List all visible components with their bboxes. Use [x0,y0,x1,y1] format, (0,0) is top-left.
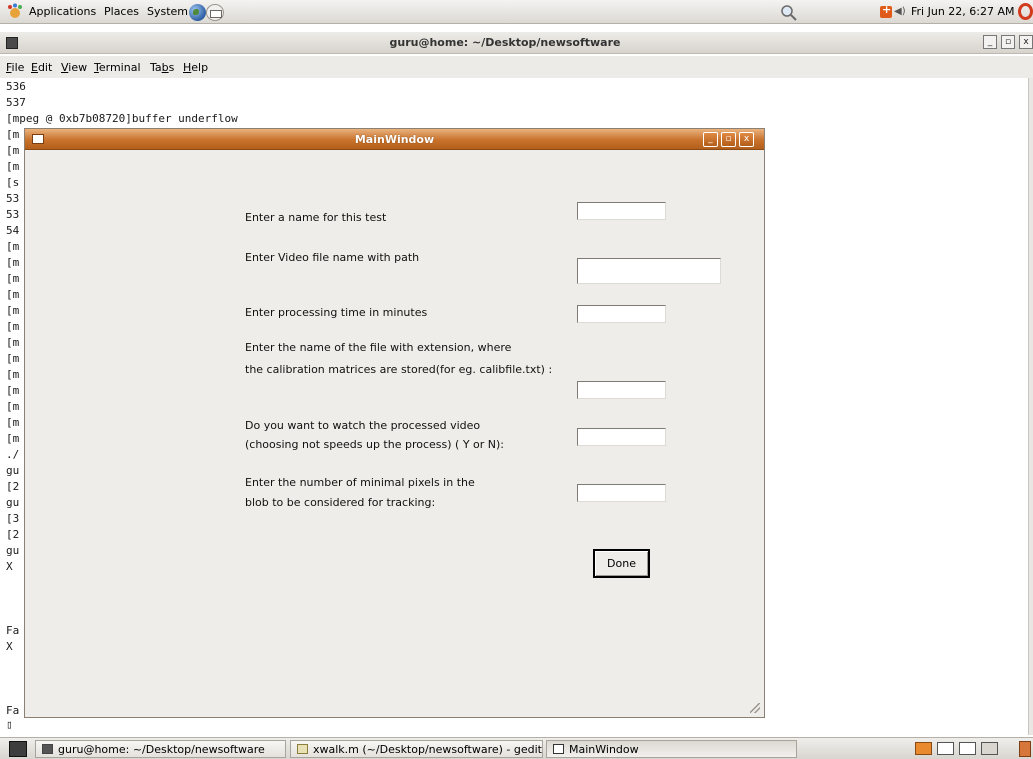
mw-maximize-button[interactable]: ▫ [721,132,736,147]
terminal-line: [m [6,416,20,429]
terminal-line: Fa [6,704,20,717]
menu-help[interactable]: Help [183,61,208,74]
taskbar-item-terminal[interactable]: guru@home: ~/Desktop/newsoftware [35,740,286,758]
terminal-line: [m [6,288,20,301]
min-pixels-input[interactable] [577,484,666,502]
terminal-cursor: ▯ [6,718,13,731]
terminal-line: [mpeg @ 0xb7b08720]buffer underflow [6,112,238,125]
resize-grip[interactable] [750,703,760,713]
watch-video-label-line1: Do you want to watch the processed video [245,419,481,432]
processing-time-input[interactable] [577,305,666,323]
terminal-line: [m [6,272,20,285]
terminal-line: [m [6,368,20,381]
system-menu[interactable]: System [147,5,188,18]
terminal-line: X [6,560,13,573]
terminal-line: 54 [6,224,20,237]
trash-icon[interactable] [1019,741,1031,757]
close-button[interactable]: x [1019,35,1033,49]
mainwindow: MainWindow _ ▫ x Enter a name for this t… [24,128,765,718]
calibration-file-input[interactable] [577,381,666,399]
mail-icon[interactable] [206,4,224,21]
places-menu[interactable]: Places [104,5,139,18]
taskbar-item-mainwindow[interactable]: MainWindow [546,740,797,758]
search-icon[interactable] [780,4,798,22]
top-panel: Applications Places System ◀) Fri Jun 22… [0,0,1033,24]
mw-close-button[interactable]: x [739,132,754,147]
terminal-titlebar[interactable]: guru@home: ~/Desktop/newsoftware _ ▫ x [0,32,1033,54]
taskbar-item-gedit[interactable]: xwalk.m (~/Desktop/newsoftware) - gedit [290,740,543,758]
terminal-line: [m [6,128,20,141]
terminal-line: [m [6,144,20,157]
menu-tabs[interactable]: Tabs [150,61,174,74]
volume-icon[interactable]: ◀) [894,6,910,18]
terminal-line: [m [6,160,20,173]
taskbar-item-label: xwalk.m (~/Desktop/newsoftware) - gedit [313,743,542,756]
terminal-line: [2 [6,528,20,541]
bottom-panel: guru@home: ~/Desktop/newsoftware xwalk.m… [0,737,1033,759]
terminal-line: [m [6,400,20,413]
terminal-line: [2 [6,480,20,493]
workspace-1[interactable] [915,742,932,755]
terminal-line: [m [6,240,20,253]
menu-terminal[interactable]: Terminal [94,61,141,74]
terminal-line: [m [6,432,20,445]
applications-menu[interactable]: Applications [29,5,96,18]
watch-video-input[interactable] [577,428,666,446]
video-file-label: Enter Video file name with path [245,251,420,264]
terminal-line: X [6,640,13,653]
terminal-line: [m [6,304,20,317]
terminal-line: 537 [6,96,26,109]
terminal-line: ./ [6,448,20,461]
processing-time-label: Enter processing time in minutes [245,306,428,319]
min-pixels-label-line2: blob to be considered for tracking: [245,496,436,509]
watch-video-label-line2: (choosing not speeds up the process) ( Y… [245,438,505,451]
terminal-line: [m [6,320,20,333]
taskbar-item-label: MainWindow [569,743,639,756]
clock[interactable]: Fri Jun 22, 6:27 AM [911,5,1015,18]
terminal-line: [m [6,256,20,269]
mainwindow-titlebar[interactable]: MainWindow _ ▫ x [25,129,764,150]
terminal-line: [m [6,384,20,397]
terminal-line: 53 [6,192,20,205]
terminal-line: [m [6,352,20,365]
gedit-icon [297,744,308,754]
terminal-menubar: File Edit View Terminal Tabs Help [0,56,1033,78]
workspace-2[interactable] [937,742,954,755]
notification-icon[interactable] [880,3,892,18]
menu-view[interactable]: View [61,61,87,74]
calibration-file-label-line1: Enter the name of the file with extensio… [245,341,512,354]
video-file-input[interactable] [577,258,721,284]
terminal-line: 53 [6,208,20,221]
terminal-line: [m [6,336,20,349]
terminal-line: gu [6,464,20,477]
workspace-4[interactable] [981,742,998,755]
terminal-line: [3 [6,512,20,525]
power-icon[interactable] [1018,3,1033,20]
terminal-scrollbar[interactable] [1028,78,1033,735]
menu-edit[interactable]: Edit [31,61,52,74]
terminal-icon [42,744,53,754]
calibration-file-label-line2: the calibration matrices are stored(for … [245,363,553,376]
mainwindow-title: MainWindow [354,133,435,146]
foot-icon[interactable] [6,3,24,21]
min-pixels-label-line1: Enter the number of minimal pixels in th… [245,476,475,489]
show-desktop-icon[interactable] [9,741,27,757]
terminal-title: guru@home: ~/Desktop/newsoftware [389,36,621,49]
done-button[interactable]: Done [593,549,650,578]
mw-minimize-button[interactable]: _ [703,132,718,147]
test-name-label: Enter a name for this test [245,211,387,224]
terminal-line: [s [6,176,20,189]
terminal-line: gu [6,544,20,557]
menu-file[interactable]: File [6,61,24,74]
terminal-line: gu [6,496,20,509]
minimize-button[interactable]: _ [983,35,997,49]
workspace-3[interactable] [959,742,976,755]
test-name-input[interactable] [577,202,666,220]
terminal-line: 536 [6,80,26,93]
globe-icon[interactable] [189,4,206,21]
window-icon [553,744,564,754]
terminal-line: Fa [6,624,20,637]
taskbar-item-label: guru@home: ~/Desktop/newsoftware [58,743,265,756]
maximize-button[interactable]: ▫ [1001,35,1015,49]
